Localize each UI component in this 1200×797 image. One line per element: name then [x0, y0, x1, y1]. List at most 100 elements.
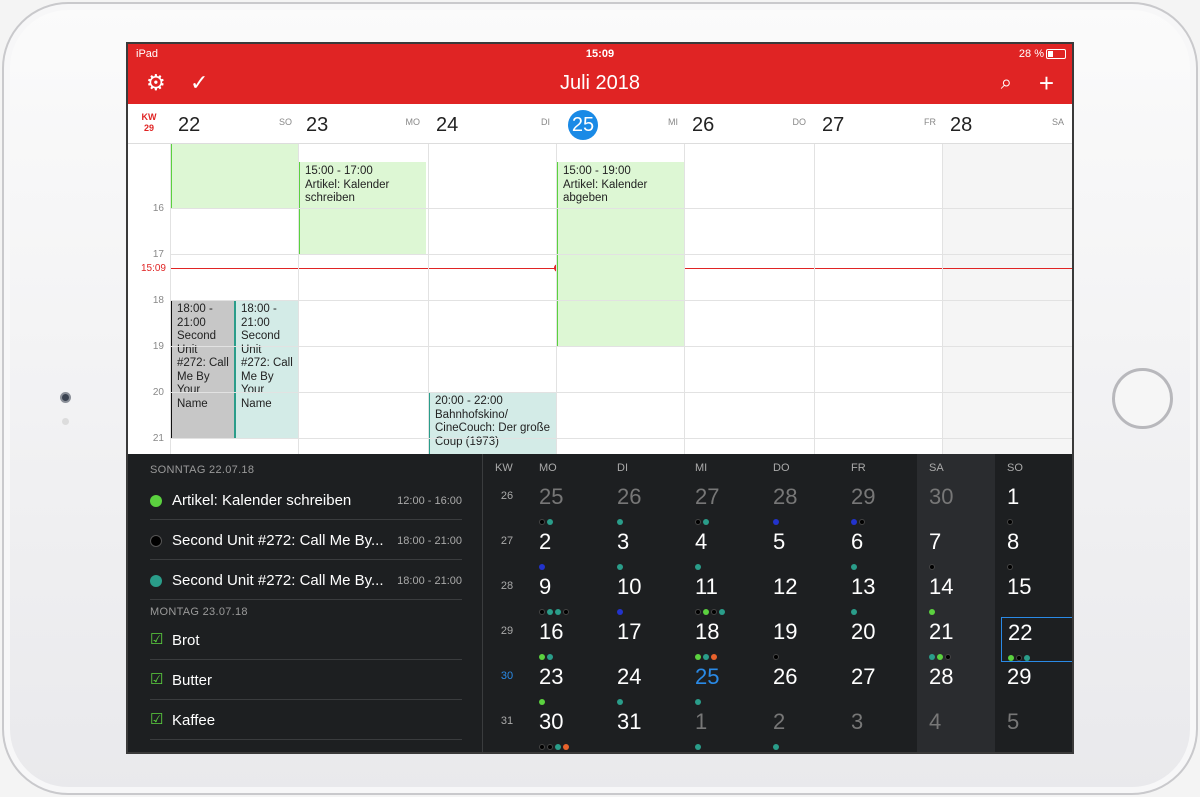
month-day-cell[interactable]: 16	[533, 617, 610, 662]
day-name: SO	[278, 117, 292, 127]
month-day-number: 6	[851, 529, 864, 554]
event-dot	[851, 609, 857, 615]
event-block[interactable]: 18:00 - 21:00 Second Unit #272: Call Me B…	[170, 300, 234, 438]
camera	[60, 392, 71, 403]
checkbox-icon[interactable]: ☑	[150, 710, 163, 728]
month-day-number: 5	[773, 529, 786, 554]
event-dot	[547, 654, 553, 660]
month-day-cell[interactable]: 27	[689, 482, 766, 527]
month-day-cell[interactable]: 28	[923, 662, 1000, 707]
day-column-header[interactable]: 22 SO	[170, 104, 300, 144]
list-item[interactable]: Second Unit #272: Call Me By... 18:00 - 2…	[150, 520, 462, 560]
event-dot	[539, 564, 545, 570]
month-header: DO	[773, 462, 790, 474]
event-dots	[773, 512, 781, 525]
day-column-header[interactable]: 27 FR	[814, 104, 944, 144]
month-day-cell[interactable]: 17	[611, 617, 688, 662]
day-column-header[interactable]: 23 MO	[298, 104, 428, 144]
event-dot	[937, 654, 943, 660]
event-dot	[1007, 519, 1013, 525]
event-dot	[1016, 655, 1022, 661]
month-day-cell[interactable]: 21	[923, 617, 1000, 662]
event-dots	[1008, 648, 1032, 661]
day-grid[interactable]: 15:09 15:00 - 17:00 Artikel: Kalender sch…	[128, 144, 1072, 454]
month-header: SA	[929, 462, 944, 474]
reminder-item[interactable]: ☑ Brot	[150, 620, 462, 660]
month-day-cell[interactable]: 27	[845, 662, 922, 707]
event-dot	[929, 564, 935, 570]
list-item[interactable]: Artikel: Kalender schreiben 12:00 - 16:00	[150, 480, 462, 520]
event-block[interactable]: 18:00 - 21:00 Second Unit #272: Call Me B…	[234, 300, 298, 438]
month-day-cell[interactable]: 6	[845, 527, 922, 572]
month-day-cell[interactable]: 5	[767, 527, 844, 572]
day-column-header[interactable]: 26 DO	[684, 104, 814, 144]
event-dots	[773, 737, 781, 750]
home-button[interactable]	[1112, 368, 1173, 429]
month-day-cell[interactable]: 30	[533, 707, 610, 752]
month-day-cell[interactable]: 14	[923, 572, 1000, 617]
event-dot	[547, 519, 553, 525]
month-day-cell[interactable]: 11	[689, 572, 766, 617]
reminder-title: Kaffee	[172, 712, 216, 729]
month-day-cell[interactable]: 28	[767, 482, 844, 527]
event-block[interactable]: 20:00 - 22:00 Bahnhofskino/ CineCouch: De…	[428, 392, 556, 454]
reminder-item[interactable]: ☑ Kaffee	[150, 700, 462, 740]
add-icon[interactable]: +	[1039, 70, 1054, 96]
month-day-cell[interactable]: 4	[923, 707, 1000, 752]
month-day-cell[interactable]: 7	[923, 527, 1000, 572]
event-time: 18:00 - 21:00	[397, 535, 462, 547]
status-time: 15:09	[585, 48, 615, 60]
month-day-cell[interactable]: 26	[767, 662, 844, 707]
month-day-cell[interactable]: 29	[1001, 662, 1072, 707]
month-day-cell[interactable]: 8	[1001, 527, 1072, 572]
month-day-cell[interactable]: 22	[1001, 617, 1072, 662]
event-dots	[695, 512, 711, 525]
list-item[interactable]: Second Unit #272: Call Me By... 18:00 - 2…	[150, 560, 462, 600]
day-column-header[interactable]: 25 MI	[556, 104, 686, 144]
day-column-header[interactable]: 24 DI	[428, 104, 558, 144]
event-dots	[539, 692, 547, 705]
month-day-cell[interactable]: 25	[533, 482, 610, 527]
month-day-cell[interactable]: 15	[1001, 572, 1072, 617]
event-time: 12:00 - 16:00	[397, 495, 462, 507]
month-day-cell[interactable]: 25	[689, 662, 766, 707]
month-day-cell[interactable]: 26	[611, 482, 688, 527]
month-day-cell[interactable]: 23	[533, 662, 610, 707]
checkbox-icon[interactable]: ☑	[150, 670, 163, 688]
month-day-cell[interactable]: 13	[845, 572, 922, 617]
reminder-item[interactable]: ☑ Butter	[150, 660, 462, 700]
month-day-cell[interactable]: 2	[767, 707, 844, 752]
month-day-number: 18	[695, 619, 720, 644]
hour-line	[170, 208, 1072, 209]
nav-bar: ⚙ ✓ Juli 2018 ⌕ +	[128, 64, 1072, 104]
month-day-cell[interactable]: 3	[845, 707, 922, 752]
month-day-number: 25	[695, 664, 720, 689]
event-block[interactable]	[170, 144, 298, 208]
month-day-cell[interactable]: 12	[767, 572, 844, 617]
month-day-cell[interactable]: 29	[845, 482, 922, 527]
month-day-cell[interactable]: 19	[767, 617, 844, 662]
checkbox-icon[interactable]: ☑	[150, 630, 163, 648]
month-day-cell[interactable]: 1	[1001, 482, 1072, 527]
month-day-cell[interactable]: 2	[533, 527, 610, 572]
event-title: Second Unit #272: Call Me By...	[172, 532, 384, 549]
month-day-cell[interactable]: 1	[689, 707, 766, 752]
month-day-cell[interactable]: 24	[611, 662, 688, 707]
day-number: 27	[822, 114, 845, 136]
month-day-cell[interactable]: 30	[923, 482, 1000, 527]
month-day-cell[interactable]: 9	[533, 572, 610, 617]
day-column-header[interactable]: 28 SA	[942, 104, 1072, 144]
month-day-cell[interactable]: 18	[689, 617, 766, 662]
month-day-cell[interactable]: 20	[845, 617, 922, 662]
month-day-cell[interactable]: 31	[611, 707, 688, 752]
month-day-cell[interactable]: 3	[611, 527, 688, 572]
month-day-cell[interactable]: 5	[1001, 707, 1072, 752]
event-dots	[539, 737, 571, 750]
battery-icon	[1046, 49, 1066, 59]
hour-label: 16	[152, 203, 164, 214]
hour-label: 20	[152, 387, 164, 398]
search-icon[interactable]: ⌕	[1001, 71, 1012, 95]
page-title[interactable]: Juli 2018	[128, 72, 1072, 95]
month-day-cell[interactable]: 4	[689, 527, 766, 572]
month-day-cell[interactable]: 10	[611, 572, 688, 617]
